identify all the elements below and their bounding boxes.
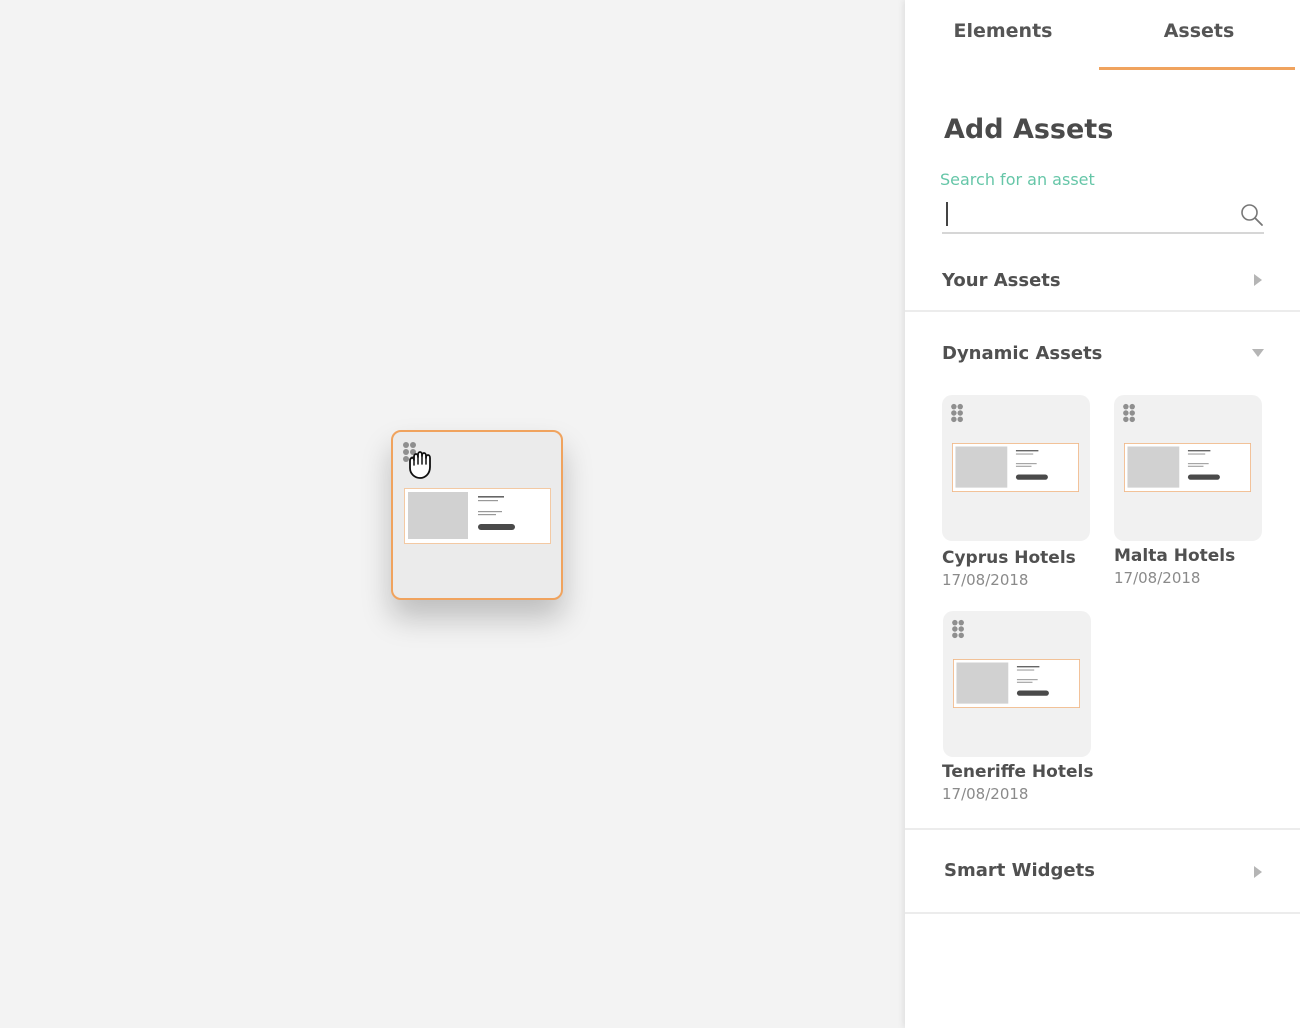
ad-preview-thumbnail — [1124, 443, 1251, 492]
drag-grip-icon[interactable] — [950, 403, 965, 423]
section-smart-widgets[interactable]: Smart Widgets — [905, 852, 1300, 896]
ad-preview-thumbnail — [404, 488, 551, 544]
triangle-down-icon[interactable] — [1252, 347, 1264, 359]
active-tab-indicator — [1099, 67, 1295, 70]
section-title-dynamic-assets: Dynamic Assets — [942, 343, 1103, 364]
drag-grip-icon[interactable] — [951, 619, 966, 639]
asset-thumbnail[interactable] — [1114, 395, 1262, 541]
tab-elements[interactable]: Elements — [905, 20, 1101, 50]
asset-thumbnail[interactable] — [943, 611, 1091, 757]
asset-name: Cyprus Hotels — [942, 548, 1076, 568]
asset-card-malta[interactable]: Malta Hotels 17/08/2018 — [1114, 395, 1264, 595]
asset-card-teneriffe[interactable]: Teneriffe Hotels 17/08/2018 — [942, 611, 1094, 811]
text-caret — [946, 202, 948, 226]
drag-grip-icon[interactable] — [1122, 403, 1137, 423]
tab-assets[interactable]: Assets — [1101, 20, 1297, 50]
asset-name: Malta Hotels — [1114, 546, 1236, 566]
triangle-right-icon[interactable] — [1252, 866, 1264, 878]
asset-thumbnail[interactable] — [942, 395, 1090, 541]
asset-name: Teneriffe Hotels — [942, 762, 1094, 782]
section-divider — [905, 912, 1300, 914]
section-your-assets[interactable]: Your Assets — [905, 262, 1300, 306]
search-input[interactable] — [942, 198, 1232, 230]
design-canvas[interactable] — [0, 0, 905, 1028]
panel-tabs: Elements Assets — [905, 0, 1300, 72]
section-title-your-assets: Your Assets — [942, 270, 1061, 291]
section-divider — [905, 310, 1300, 312]
asset-date: 17/08/2018 — [942, 571, 1029, 589]
search-label: Search for an asset — [940, 170, 1095, 189]
asset-card-cyprus[interactable]: Cyprus Hotels 17/08/2018 — [942, 395, 1092, 595]
asset-date: 17/08/2018 — [942, 785, 1029, 803]
ad-preview-thumbnail — [953, 659, 1080, 708]
triangle-right-icon[interactable] — [1252, 274, 1264, 286]
panel-title: Add Assets — [944, 114, 1114, 145]
search-field[interactable] — [942, 198, 1264, 234]
assets-panel: Elements Assets Add Assets Search for an… — [905, 0, 1300, 1028]
section-dynamic-assets[interactable]: Dynamic Assets — [905, 335, 1300, 379]
section-title-smart-widgets: Smart Widgets — [944, 860, 1095, 881]
asset-date: 17/08/2018 — [1114, 569, 1201, 587]
grab-hand-icon — [409, 451, 431, 479]
section-divider — [905, 828, 1300, 830]
search-icon[interactable] — [1240, 203, 1264, 227]
ad-preview-thumbnail — [952, 443, 1079, 492]
